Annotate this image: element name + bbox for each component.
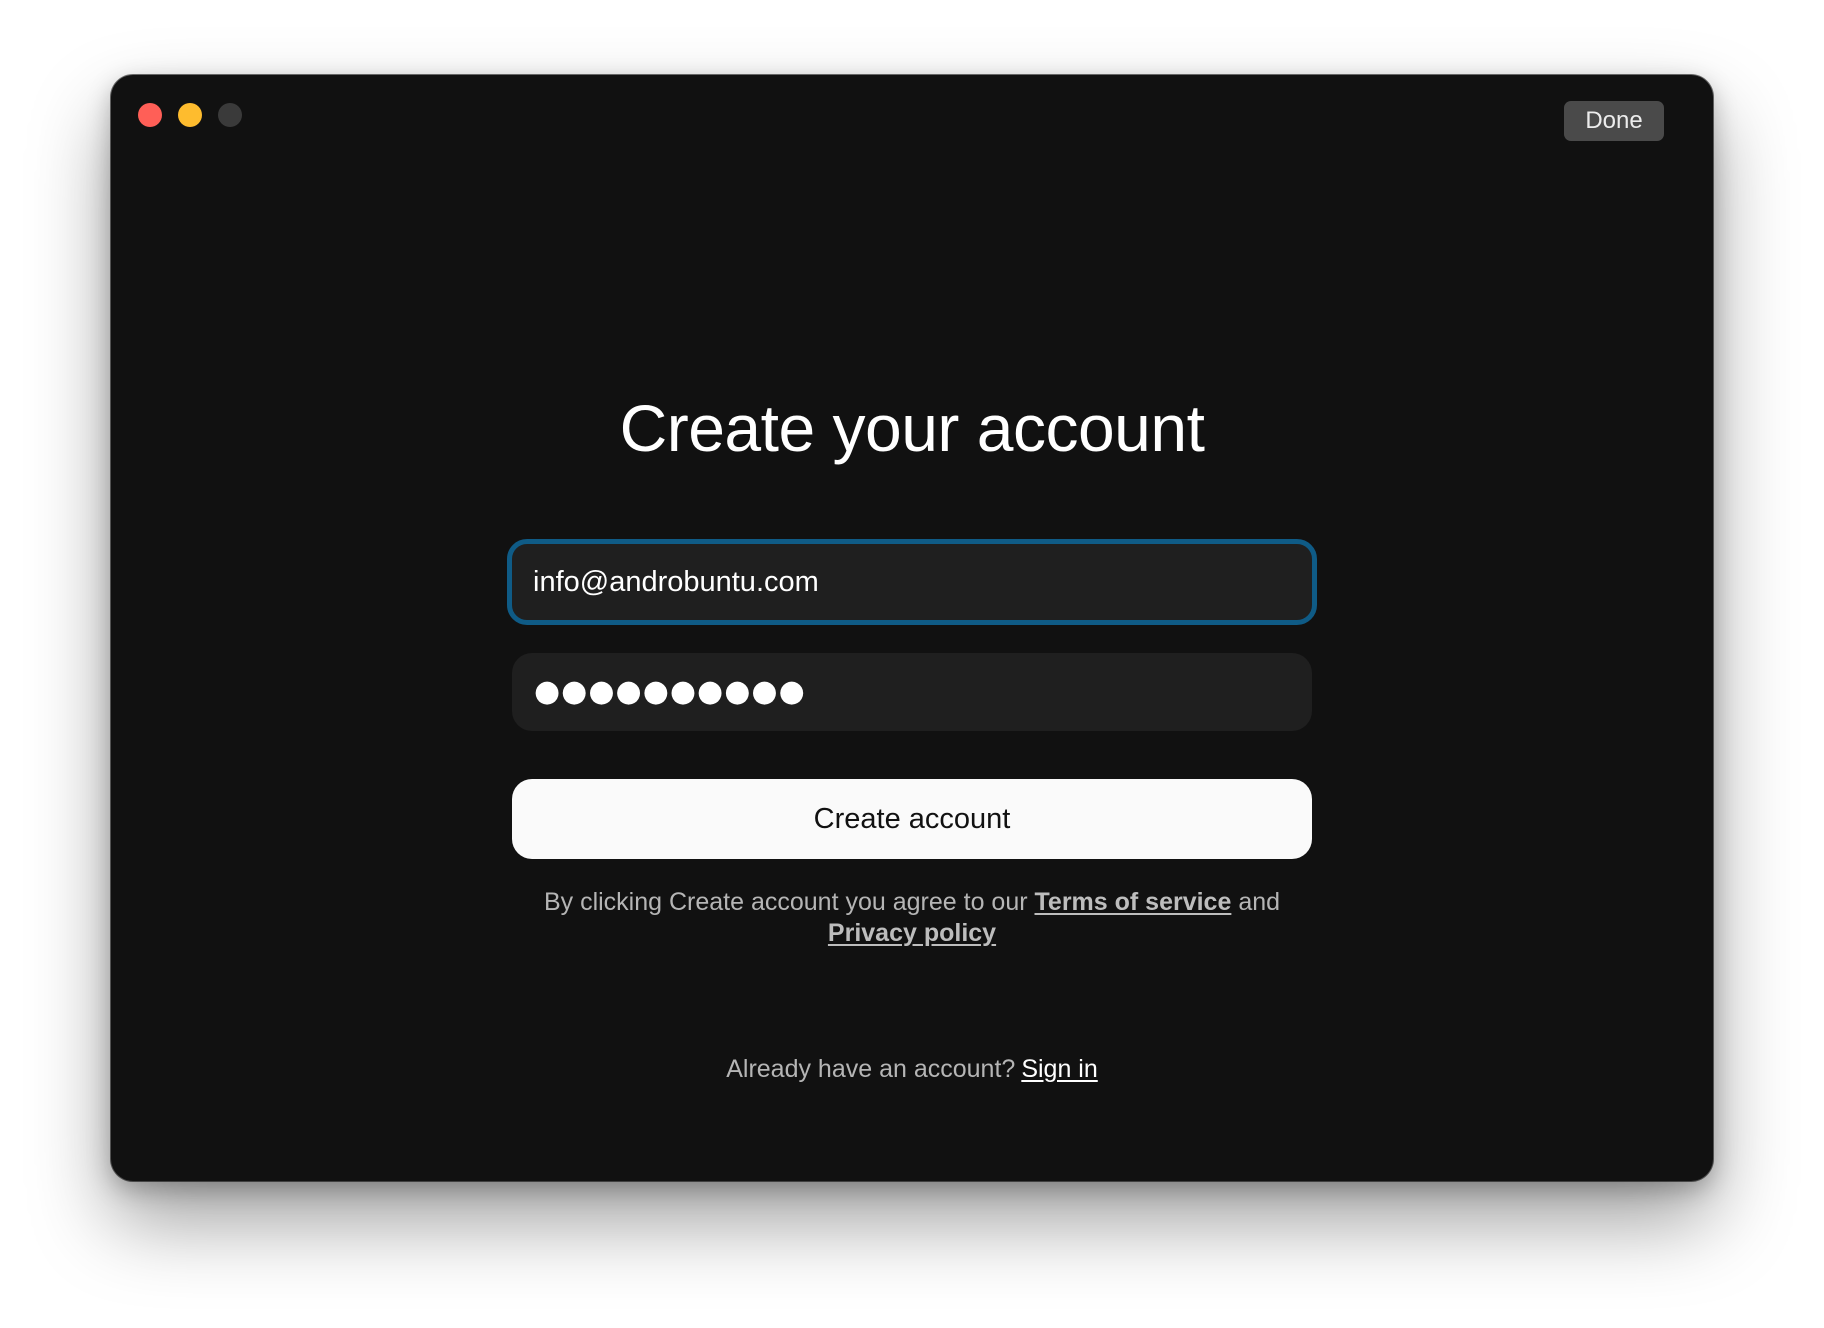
legal-prefix: By clicking Create account you agree to …: [543, 888, 1028, 916]
terms-of-service-link[interactable]: Terms of service: [1035, 888, 1232, 916]
minimize-icon[interactable]: [178, 103, 202, 127]
signin-prompt-text: Already have an account?: [726, 1055, 1016, 1083]
password-field[interactable]: ●●●●●●●●●●: [512, 653, 1312, 731]
zoom-icon[interactable]: [218, 103, 242, 127]
window-controls: [138, 103, 242, 127]
sign-in-link[interactable]: Sign in: [1021, 1055, 1097, 1083]
email-field[interactable]: [507, 539, 1317, 625]
create-account-button[interactable]: Create account: [512, 779, 1312, 859]
app-window: Done Create your account ●●●●●●●●●● Crea…: [111, 75, 1713, 1181]
done-button[interactable]: Done: [1564, 101, 1664, 141]
privacy-policy-link[interactable]: Privacy policy: [828, 919, 996, 947]
close-icon[interactable]: [138, 103, 162, 127]
signin-prompt: Already have an account? Sign in: [111, 1053, 1713, 1085]
password-value: ●●●●●●●●●●: [534, 674, 806, 709]
page-title: Create your account: [619, 391, 1205, 465]
legal-notice: By clicking Create account you agree to …: [512, 887, 1312, 949]
legal-joiner: and: [1238, 888, 1281, 916]
